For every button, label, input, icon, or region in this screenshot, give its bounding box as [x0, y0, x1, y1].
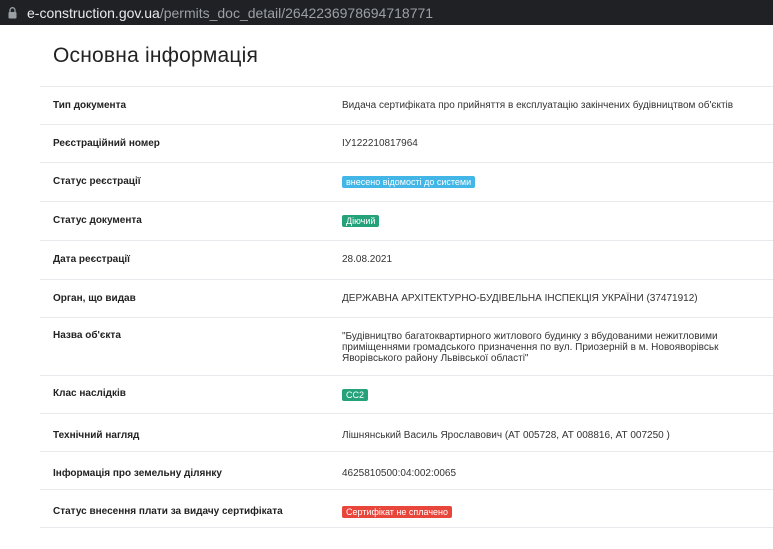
info-row-object-name: Назва об'єкта "Будівництво багатоквартир… [40, 317, 773, 375]
info-row-land-plot: Інформація про земельну ділянку 46258105… [40, 451, 773, 489]
object-name-line: приміщеннями громадського призначення по… [342, 342, 719, 353]
row-label: Інформація про земельну ділянку [53, 468, 222, 479]
row-label: Технічний нагляд [53, 430, 140, 441]
info-row-registration-status: Статус реєстрації внесено відомості до с… [40, 162, 773, 201]
info-row-consequence-class: Клас наслідків СС2 [40, 375, 773, 413]
info-table: Тип документа Видача сертифіката про при… [40, 86, 773, 528]
lock-icon [8, 6, 17, 18]
row-label: Статус внесення плати за видачу сертифік… [53, 506, 283, 517]
table-bottom-border [40, 527, 773, 528]
row-value: Видача сертифіката про прийняття в експл… [342, 100, 734, 111]
row-value: ДЕРЖАВНА АРХІТЕКТУРНО-БУДІВЕЛЬНА ІНСПЕКЦ… [342, 293, 698, 304]
row-value-container: СС2 [342, 389, 369, 401]
page-title: Основна інформація [53, 44, 259, 67]
info-row-registration-date: Дата реєстрації 28.08.2021 [40, 240, 773, 279]
info-row-document-status: Статус документа Діючий [40, 201, 773, 240]
row-label: Статус документа [53, 215, 142, 226]
row-value-container: Сертифікат не сплачено [342, 506, 453, 518]
status-badge: Діючий [342, 215, 380, 227]
row-value-multiline: "Будівництво багатоквартирного житлового… [342, 331, 718, 364]
row-label: Орган, що видав [53, 293, 136, 304]
row-label: Статус реєстрації [53, 176, 141, 187]
row-label: Назва об'єкта [53, 330, 121, 341]
row-value: ІУ122210817964 [342, 138, 418, 149]
row-label: Реєстраційний номер [53, 138, 160, 149]
object-name-line: Яворівського району Львівської області" [342, 353, 529, 364]
url-domain: e-construction.gov.ua [27, 4, 160, 21]
status-badge: внесено відомості до системи [342, 176, 476, 188]
row-label: Клас наслідків [53, 388, 126, 399]
row-value-container: внесено відомості до системи [342, 176, 476, 188]
payment-status-badge: Сертифікат не сплачено [342, 506, 453, 518]
row-value: 28.08.2021 [342, 254, 393, 265]
url-path: /permits_doc_detail/2642236978694718771 [159, 4, 434, 21]
row-label: Дата реєстрації [53, 254, 130, 265]
info-row-document-type: Тип документа Видача сертифіката про при… [40, 86, 773, 124]
info-row-technical-supervision: Технічний нагляд Лішнянський Василь Ярос… [40, 413, 773, 451]
browser-address-bar[interactable]: e-construction.gov.ua/permits_doc_detail… [0, 0, 773, 25]
row-value: 4625810500:04:002:0065 [342, 468, 457, 479]
page-content: Основна інформація Тип документа Видача … [0, 25, 773, 549]
row-value-container: Діючий [342, 215, 380, 227]
class-badge: СС2 [342, 389, 369, 401]
row-value: Лішнянський Василь Ярославович (АТ 00572… [342, 430, 670, 441]
info-row-registration-number: Реєстраційний номер ІУ122210817964 [40, 124, 773, 162]
info-row-issuing-authority: Орган, що видав ДЕРЖАВНА АРХІТЕКТУРНО-БУ… [40, 279, 773, 317]
row-label: Тип документа [53, 100, 127, 111]
info-row-payment-status: Статус внесення плати за видачу сертифік… [40, 489, 773, 527]
object-name-line: "Будівництво багатоквартирного житлового… [342, 331, 718, 342]
